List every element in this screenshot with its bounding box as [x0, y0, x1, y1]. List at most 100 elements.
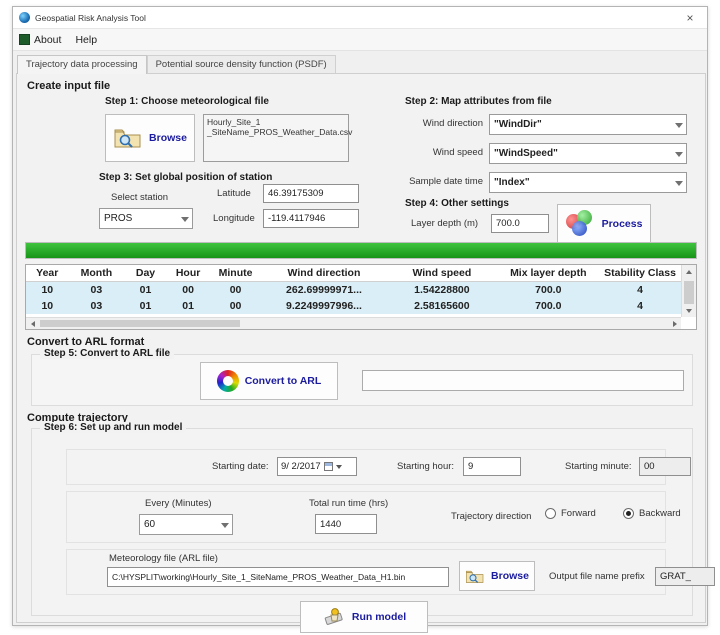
met-browse-label: Browse	[491, 570, 529, 582]
column-header[interactable]: Hour	[167, 265, 210, 282]
table-cell: 700.0	[498, 298, 600, 314]
menu-about[interactable]: About	[19, 34, 61, 46]
wind-speed-value: "WindSpeed"	[494, 148, 558, 159]
chevron-down-icon	[181, 217, 189, 222]
starting-hour-value: 9	[468, 461, 473, 472]
table-cell: 01	[167, 298, 210, 314]
step1-browse-label: Browse	[149, 132, 187, 144]
longitude-value: -119.4117946	[268, 213, 325, 224]
tab-trajectory-data-processing[interactable]: Trajectory data processing	[17, 55, 147, 74]
process-button[interactable]: Process	[557, 204, 651, 244]
wind-speed-select[interactable]: "WindSpeed"	[489, 143, 687, 164]
every-minutes-select[interactable]: 60	[139, 514, 233, 535]
step5-title: Step 5: Convert to ARL file	[40, 348, 174, 359]
scroll-up-icon[interactable]	[682, 265, 696, 278]
scroll-left-icon[interactable]	[26, 318, 39, 329]
chevron-down-icon	[221, 523, 229, 528]
column-header[interactable]: Minute	[209, 265, 261, 282]
table-cell: 00	[167, 282, 210, 299]
starting-minute-label: Starting minute:	[565, 461, 632, 472]
met-file-value: C:\HYSPLIT\working\Hourly_Site_1_SiteNam…	[112, 572, 405, 582]
table-cell: 700.0	[498, 282, 600, 299]
scroll-right-icon[interactable]	[668, 318, 681, 329]
latitude-value: 46.39175309	[268, 188, 323, 199]
output-prefix-value: GRAT_	[660, 571, 691, 582]
column-header[interactable]: Stability Class	[599, 265, 681, 282]
total-run-time-input[interactable]: 1440	[315, 514, 377, 534]
sample-date-time-value: "Index"	[494, 177, 530, 188]
process-label: Process	[602, 218, 643, 230]
total-run-time-label: Total run time (hrs)	[309, 498, 388, 509]
layer-depth-value: 700.0	[496, 218, 520, 229]
select-station-label: Select station	[111, 192, 168, 203]
latitude-input[interactable]: 46.39175309	[263, 184, 359, 203]
convert-arl-group: Convert to ARL format Step 5: Convert to…	[25, 336, 699, 408]
step4-title: Step 4: Other settings	[405, 198, 509, 209]
backward-radio[interactable]: Backward	[623, 508, 681, 519]
column-header[interactable]: Day	[124, 265, 167, 282]
app-window: Geospatial Risk Analysis Tool × About He…	[12, 6, 708, 626]
column-header[interactable]: Month	[69, 265, 125, 282]
window-title: Geospatial Risk Analysis Tool	[35, 13, 146, 23]
table-horizontal-scrollbar[interactable]	[26, 317, 681, 329]
column-header[interactable]: Wind direction	[262, 265, 386, 282]
radio-icon	[545, 508, 556, 519]
step6-title: Step 6: Set up and run model	[40, 422, 186, 433]
every-minutes-label: Every (Minutes)	[145, 498, 212, 509]
step6-box: Step 6: Set up and run model Starting da…	[31, 428, 693, 616]
column-header[interactable]: Year	[26, 265, 69, 282]
starting-hour-label: Starting hour:	[397, 461, 454, 472]
table-vertical-scrollbar[interactable]	[681, 265, 696, 317]
convert-arl-title: Convert to ARL format	[27, 336, 144, 348]
wind-direction-value: "WindDir"	[494, 119, 542, 130]
starting-minute-input[interactable]: 00	[639, 457, 691, 476]
menu-help[interactable]: Help	[75, 34, 97, 46]
processing-progress-bar	[25, 242, 697, 259]
starting-hour-input[interactable]: 9	[463, 457, 521, 476]
backward-label: Backward	[639, 508, 681, 519]
tab-psdf[interactable]: Potential source density function (PSDF)	[147, 55, 336, 74]
met-browse-button[interactable]: Browse	[459, 561, 535, 591]
grid-header-row: YearMonthDayHourMinuteWind directionWind…	[26, 265, 681, 282]
create-input-file-group: Create input file Step 1: Choose meteoro…	[25, 80, 699, 332]
latitude-label: Latitude	[217, 188, 251, 199]
column-header[interactable]: Wind speed	[386, 265, 497, 282]
process-icon	[566, 210, 596, 238]
color-ring-icon	[217, 370, 239, 392]
output-prefix-label: Output file name prefix	[549, 571, 645, 582]
forward-radio[interactable]: Forward	[545, 508, 596, 519]
close-button[interactable]: ×	[679, 11, 701, 25]
chevron-down-icon	[675, 181, 683, 186]
longitude-label: Longitude	[213, 213, 255, 224]
wind-direction-select[interactable]: "WindDir"	[489, 114, 687, 135]
met-file-input[interactable]: C:\HYSPLIT\working\Hourly_Site_1_SiteNam…	[107, 567, 449, 587]
longitude-input[interactable]: -119.4117946	[263, 209, 359, 228]
wind-speed-label: Wind speed	[405, 147, 483, 158]
table-cell: 03	[69, 298, 125, 314]
sample-date-time-select[interactable]: "Index"	[489, 172, 687, 193]
title-bar: Geospatial Risk Analysis Tool ×	[13, 7, 707, 29]
column-header[interactable]: Mix layer depth	[498, 265, 600, 282]
calendar-icon	[324, 462, 333, 471]
weather-table: YearMonthDayHourMinuteWind directionWind…	[25, 264, 697, 330]
table-cell: 9.2249997996...	[262, 298, 386, 314]
start-time-panel: Starting date: 9/ 2/2017 Starting hour: …	[66, 449, 666, 485]
layer-depth-input[interactable]: 700.0	[491, 214, 549, 233]
met-file-panel: Meteorology file (ARL file) C:\HYSPLIT\w…	[66, 549, 666, 595]
starting-date-picker[interactable]: 9/ 2/2017	[277, 457, 357, 476]
layer-depth-label: Layer depth (m)	[411, 218, 478, 229]
run-model-button[interactable]: Run model	[300, 601, 428, 633]
table-cell: 4	[599, 298, 681, 314]
file-name-line1: Hourly_Site_1	[207, 117, 345, 127]
table-row[interactable]: 10030101009.2249997996...2.58165600700.0…	[26, 298, 681, 314]
output-prefix-input[interactable]: GRAT_	[655, 567, 715, 586]
arl-progress-bar	[362, 370, 684, 391]
table-row[interactable]: 1003010000262.69999971...1.54228800700.0…	[26, 282, 681, 299]
station-select[interactable]: PROS	[99, 208, 193, 229]
convert-to-arl-button[interactable]: Convert to ARL	[200, 362, 338, 400]
scroll-down-icon[interactable]	[682, 304, 696, 317]
hscroll-thumb[interactable]	[40, 320, 240, 327]
run-model-label: Run model	[352, 611, 406, 623]
grid-body: 1003010000262.69999971...1.54228800700.0…	[26, 282, 681, 315]
step1-browse-button[interactable]: Browse	[105, 114, 195, 162]
